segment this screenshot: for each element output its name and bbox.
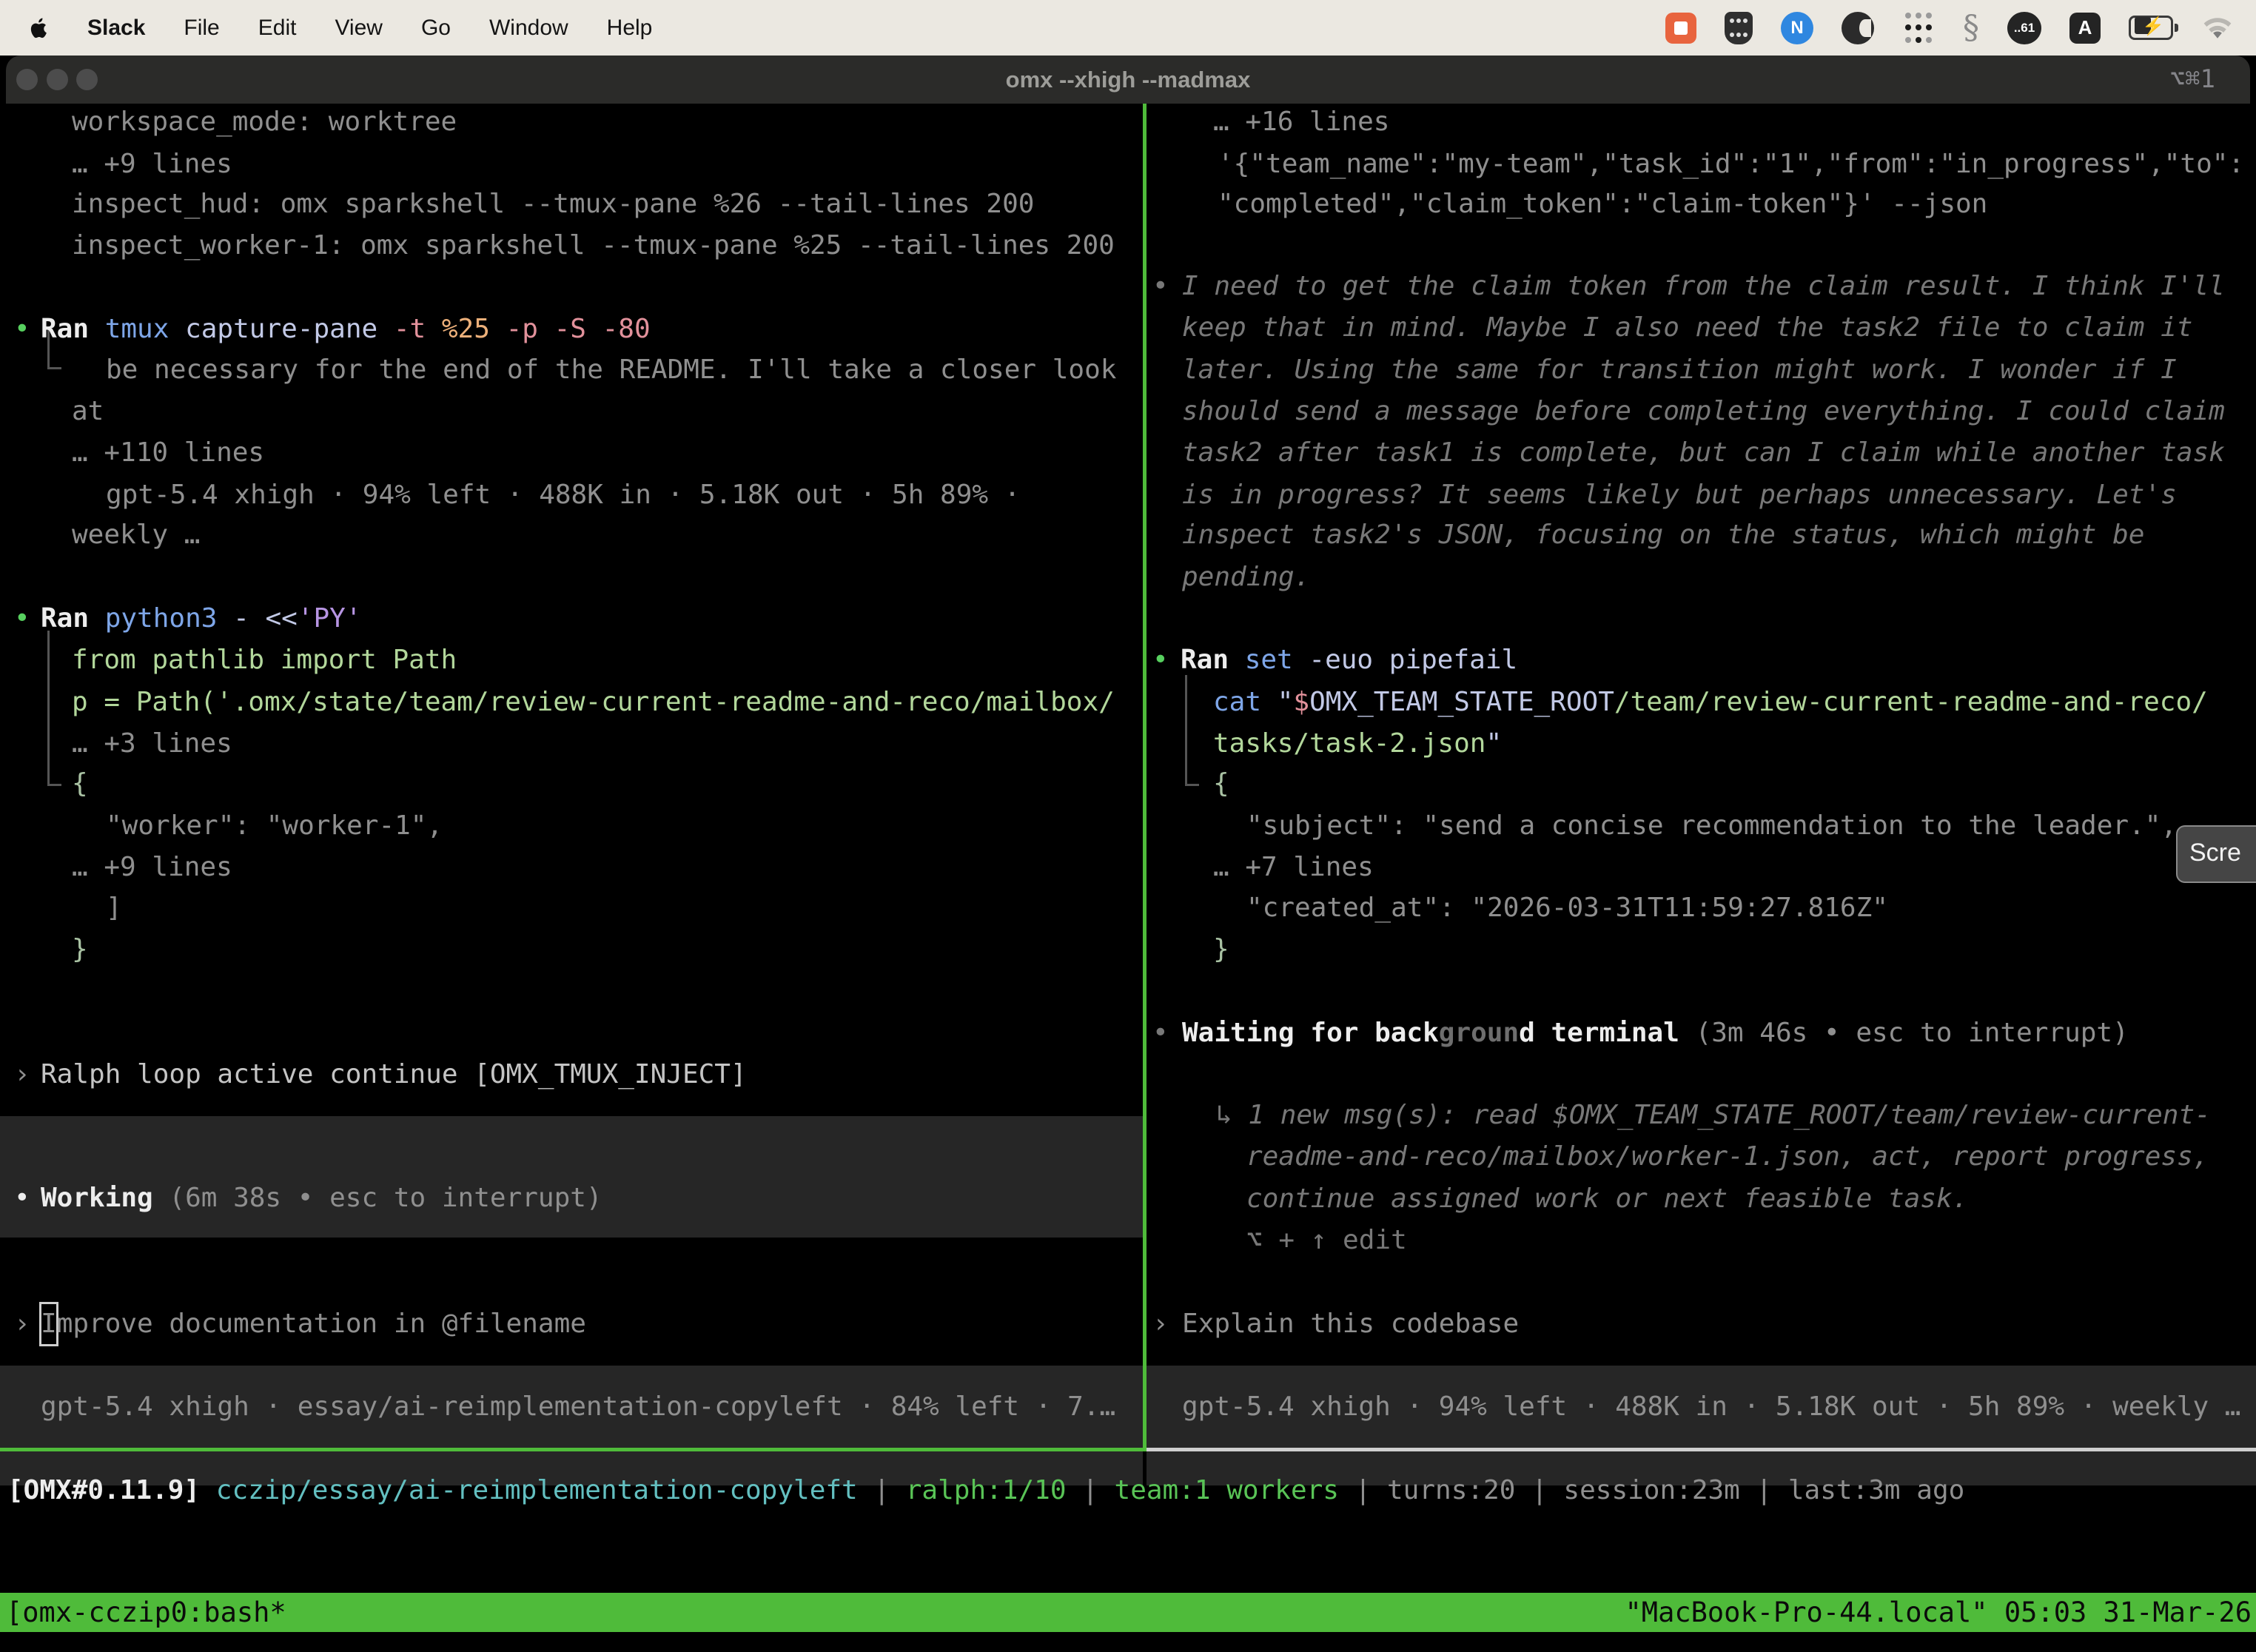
terminal-content: workspace_mode: worktree… +9 linesinspec… — [0, 104, 2256, 1652]
terminal-text: keep that in mind. Maybe I also need the… — [1182, 307, 2192, 349]
terminal-text: … +9 lines — [72, 144, 232, 185]
wifi-icon[interactable] — [2201, 16, 2234, 41]
left-pane-statusline: gpt-5.4 xhigh · essay/ai-reimplementatio… — [41, 1386, 1115, 1428]
highlight-band — [0, 1116, 1143, 1238]
window-shortcut-badge: ⌥⌘1 — [2170, 56, 2215, 104]
pane-border — [1143, 104, 1147, 1448]
menu-item-view[interactable]: View — [335, 16, 382, 41]
dots-grid-icon[interactable] — [1902, 12, 1935, 44]
chat-app-icon[interactable] — [1665, 13, 1696, 44]
shield-grid-icon[interactable] — [1725, 12, 1753, 44]
terminal-text: } — [1213, 929, 1229, 970]
tmux-host-clock: "MacBook-Pro-44.local" 05:03 31-Mar-26 — [1625, 1593, 2256, 1632]
terminal-text: … +3 lines — [72, 723, 232, 765]
terminal-text: should send a message before completing … — [1182, 391, 2225, 432]
terminal-text: '{"team_name":"my-team","task_id":"1","f… — [1218, 144, 2244, 185]
terminal-text: "worker": "worker-1", — [106, 805, 443, 847]
terminal-text: readme-and-reco/mailbox/worker-1.json, a… — [1246, 1136, 2209, 1178]
terminal-text: weekly … — [72, 514, 200, 556]
menu-item-help[interactable]: Help — [607, 16, 653, 41]
terminal-text: p = Path('.omx/state/team/review-current… — [72, 682, 1115, 723]
terminal-text: task2 after task1 is complete, but can I… — [1182, 432, 2225, 474]
menu-item-edit[interactable]: Edit — [258, 16, 297, 41]
terminal-text: Ran set -euo pipefail — [1181, 639, 1517, 681]
tmux-status-bar: [omx-cczip0:bash* "MacBook-Pro-44.local"… — [0, 1593, 2256, 1632]
terminal-text: cat "$OMX_TEAM_STATE_ROOT/team/review-cu… — [1213, 682, 2208, 723]
terminal-text: } — [72, 929, 88, 970]
terminal-text: at — [72, 391, 104, 432]
pane-border — [0, 1448, 1147, 1451]
right-pane-statusline: gpt-5.4 xhigh · 94% left · 488K in · 5.1… — [1182, 1386, 2240, 1428]
chat-app-icon-inner — [1674, 21, 1688, 35]
terminal-text: { — [72, 763, 88, 805]
terminal-text: pending. — [1182, 557, 1310, 598]
terminal-text: ] — [106, 887, 122, 929]
menu-item-go[interactable]: Go — [421, 16, 451, 41]
terminal-text: gpt-5.4 xhigh · 94% left · 488K in · 5.1… — [106, 474, 1020, 516]
terminal-text: continue assigned work or next feasible … — [1246, 1178, 1968, 1220]
omx-hud-statusline: [OMX#0.11.9] cczip/essay/ai-reimplementa… — [7, 1470, 1964, 1511]
screen-overlay-chip[interactable]: Scre — [2176, 825, 2256, 883]
menu-item-slack[interactable]: Slack — [87, 16, 145, 41]
waiting-status: Waiting for background terminal (3m 46s … — [1182, 1013, 2129, 1054]
terminal-text: tasks/task-2.json" — [1213, 723, 1502, 765]
terminal-text: … +110 lines — [72, 432, 264, 474]
terminal-text: "subject": "send a concise recommendatio… — [1246, 805, 2177, 847]
terminal-text: inspect_worker-1: omx sparkshell --tmux-… — [72, 225, 1115, 266]
desktop: Slack File Edit View Go Window Help N — [0, 0, 2256, 1652]
battery-icon[interactable]: ⚡ — [2129, 16, 2173, 40]
right-prompt-input[interactable]: Explain this codebase — [1182, 1303, 1519, 1345]
terminal-text: inspect_hud: omx sparkshell --tmux-pane … — [72, 184, 1034, 225]
terminal-text: • — [1152, 266, 1169, 307]
n-badge-icon[interactable]: N — [1781, 12, 1813, 44]
terminal-text: workspace_mode: worktree — [72, 101, 457, 143]
menu-item-window[interactable]: Window — [489, 16, 568, 41]
indent-guide — [47, 631, 61, 786]
terminal-text: from pathlib import Path — [72, 639, 457, 681]
terminal-text: is in progress? It seems likely but perh… — [1182, 474, 2177, 516]
terminal-text: › — [14, 1303, 30, 1345]
terminal-text: { — [1213, 763, 1229, 805]
terminal-text: inspect task2's JSON, focusing on the st… — [1182, 514, 2144, 556]
terminal-text: • — [1152, 639, 1169, 681]
edit-hint: ⌥ + ↑ edit — [1246, 1220, 1407, 1261]
terminal-text: • — [14, 598, 30, 639]
working-status: Working (6m 38s • esc to interrupt) — [41, 1178, 602, 1219]
a-square-icon[interactable]: A — [2069, 13, 2101, 44]
terminal-text: Ran python3 - <<'PY' — [41, 598, 362, 639]
pane-border — [1147, 1448, 2256, 1451]
terminal-text: be necessary for the end of the README. … — [106, 349, 1116, 391]
apple-menu-icon[interactable] — [30, 16, 49, 40]
tmux-session-label[interactable]: [omx-cczip0:bash* — [0, 1593, 286, 1632]
badge-61-icon[interactable]: ..61 — [2007, 12, 2041, 44]
terminal-text: … +16 lines — [1213, 101, 1389, 143]
terminal-text: "created_at": "2026-03-31T11:59:27.816Z" — [1246, 887, 1888, 929]
text-cursor: I — [41, 1303, 57, 1345]
window-title: omx --xhigh --madmax — [0, 56, 2256, 104]
terminal-text: Ran tmux capture-pane -t %25 -p -S -80 — [41, 309, 651, 350]
terminal-text: … +7 lines — [1213, 847, 1374, 888]
ralph-loop-status-text: Ralph loop active continue [OMX_TMUX_INJ… — [41, 1054, 747, 1095]
left-prompt-input[interactable]: Improve documentation in @filename — [41, 1303, 586, 1345]
crescent-icon[interactable] — [1842, 12, 1874, 44]
ralph-loop-status: › — [14, 1054, 30, 1095]
terminal-text: • — [14, 309, 30, 350]
terminal-text: "completed","claim_token":"claim-token"}… — [1218, 184, 1987, 225]
terminal-text: … +9 lines — [72, 847, 232, 888]
menu-item-file[interactable]: File — [184, 16, 219, 41]
terminal-text: later. Using the same for transition mig… — [1182, 349, 2177, 391]
terminal-text: I need to get the claim token from the c… — [1182, 266, 2225, 307]
terminal-text: • — [14, 1178, 30, 1219]
squiggle-icon[interactable]: § — [1963, 9, 1979, 47]
menu-bar: Slack File Edit View Go Window Help N — [0, 0, 2256, 56]
terminal-text: › — [1152, 1303, 1169, 1345]
terminal-text: ↳ 1 new msg(s): read $OMX_TEAM_STATE_ROO… — [1216, 1095, 2211, 1136]
indent-guide — [1185, 675, 1199, 786]
terminal-text: • — [1152, 1013, 1169, 1054]
